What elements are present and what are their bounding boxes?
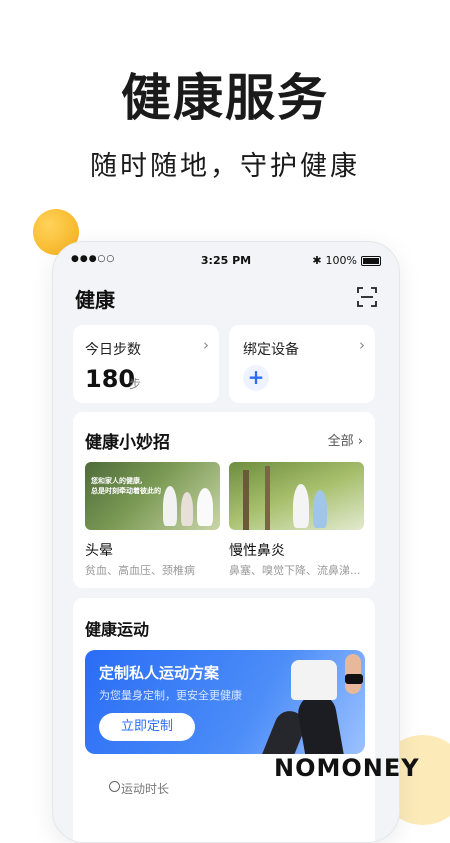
steps-unit: 步: [129, 377, 142, 391]
tree-trunk: [243, 470, 249, 530]
tip-title: 慢性鼻炎: [229, 543, 285, 559]
bluetooth-icon: ✱: [312, 254, 322, 267]
banner-title: 定制私人运动方案: [99, 664, 220, 682]
chevron-right-icon: ›: [203, 336, 209, 354]
steps-title: 今日步数: [85, 342, 141, 358]
custom-plan-banner[interactable]: 定制私人运动方案 为您量身定制，更安全更健康 立即定制: [85, 650, 365, 754]
tip-subtitle: 贫血、高血压、颈椎病: [85, 564, 195, 577]
customize-now-button[interactable]: 立即定制: [99, 713, 195, 741]
tips-title: 健康小妙招: [85, 433, 170, 453]
steps-value: 180: [85, 365, 136, 393]
battery-percent: 100%: [325, 254, 357, 267]
health-sport-card: 健康运动 定制私人运动方案 为您量身定制，更安全更健康 立即定制 运动时长: [73, 598, 375, 842]
status-bar: ●●●○○ 3:25 PM ✱ 100%: [71, 254, 381, 270]
person-figure: [163, 486, 177, 526]
sport-title: 健康运动: [85, 620, 150, 639]
tip-image-caption: 您和家人的健康,: [91, 477, 143, 485]
clock-icon: [109, 781, 120, 792]
person-figure: [293, 484, 309, 528]
person-figure: [197, 488, 213, 526]
tips-all-link[interactable]: 全部 ›: [328, 430, 363, 449]
add-device-button[interactable]: +: [243, 365, 269, 391]
chevron-right-icon: ›: [359, 336, 365, 354]
battery-icon: [361, 255, 381, 266]
scan-icon[interactable]: [357, 287, 377, 307]
promo-headline: 健康服务: [121, 69, 329, 127]
page-title: 健康: [75, 288, 115, 312]
sport-duration-label: 运动时长: [121, 782, 170, 796]
athlete-figure: [295, 691, 345, 754]
person-figure: [313, 490, 327, 528]
phone-mockup: ●●●○○ 3:25 PM ✱ 100% 健康 今日步数 › 180 步 绑定设…: [52, 241, 400, 843]
wristband: [345, 674, 363, 684]
tree-trunk: [265, 466, 270, 530]
status-right: ✱ 100%: [312, 254, 381, 267]
tip-image-caption: 总是时刻牵动着彼此的: [91, 487, 161, 495]
tip-subtitle: 鼻塞、嗅觉下降、流鼻涕...: [229, 564, 361, 577]
person-figure: [181, 492, 193, 526]
tip-title: 头晕: [85, 543, 113, 559]
bind-device-card[interactable]: 绑定设备 › +: [229, 325, 375, 403]
promo-subline: 随时随地，守护健康: [90, 151, 360, 182]
steps-card[interactable]: 今日步数 › 180 步: [73, 325, 219, 403]
health-tips-card: 健康小妙招 全部 › 您和家人的健康, 总是时刻牵动着彼此的 头晕 贫血、高血压…: [73, 412, 375, 588]
app-bar: 健康: [75, 284, 377, 312]
athlete-figure: [291, 660, 337, 700]
brand-watermark: NOMONEY: [274, 754, 420, 782]
banner-subtitle: 为您量身定制，更安全更健康: [99, 689, 242, 702]
tip-image-rhinitis[interactable]: [229, 462, 364, 530]
tip-image-dizziness[interactable]: 您和家人的健康, 总是时刻牵动着彼此的: [85, 462, 220, 530]
bind-device-title: 绑定设备: [243, 342, 299, 358]
